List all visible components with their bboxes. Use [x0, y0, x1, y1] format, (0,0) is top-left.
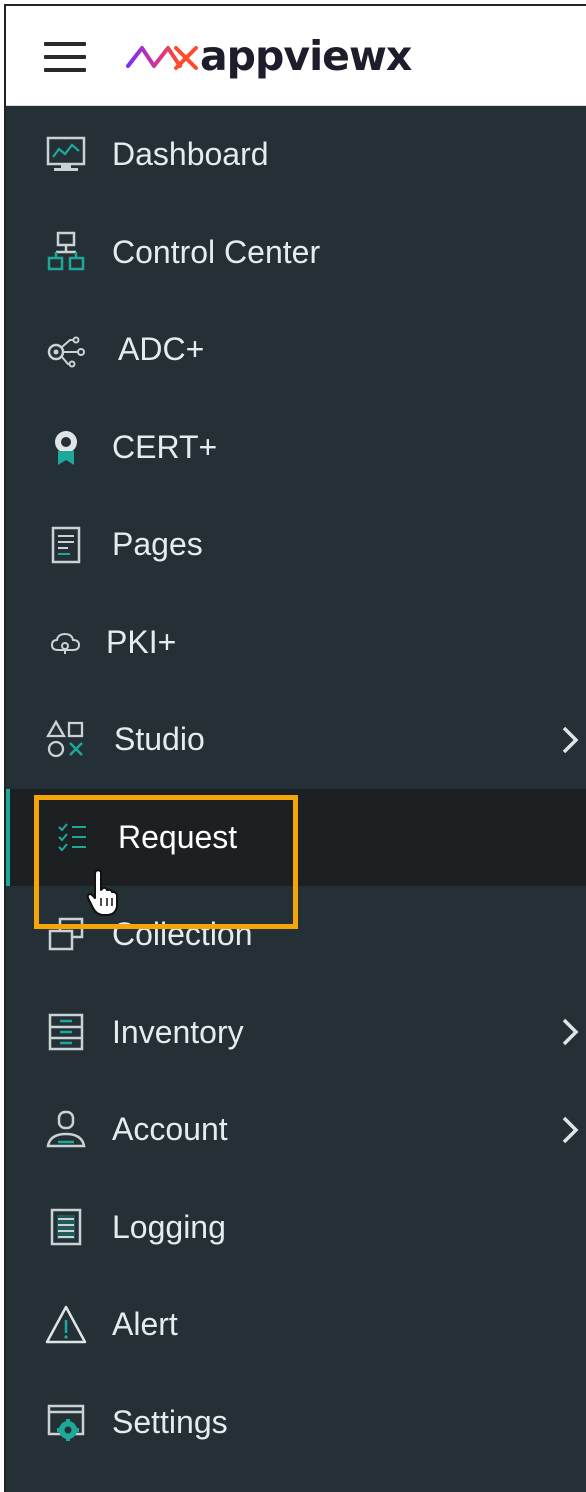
- chevron-right-icon[interactable]: [556, 1012, 584, 1052]
- hamburger-menu-icon[interactable]: [44, 42, 86, 72]
- settings-window-icon: [44, 1400, 88, 1444]
- log-file-icon: [44, 1205, 88, 1249]
- document-icon: [44, 523, 88, 567]
- chevron-right-icon[interactable]: [556, 720, 584, 760]
- hand-pointer-icon: [86, 869, 118, 916]
- sidebar-item-inventory[interactable]: Inventory: [6, 984, 586, 1082]
- sidebar-item-label: Inventory: [112, 1013, 244, 1050]
- sidebar-item-label: Account: [112, 1111, 228, 1148]
- network-nodes-icon: [44, 328, 88, 372]
- warning-triangle-icon: [44, 1303, 88, 1347]
- sidebar-item-pages[interactable]: Pages: [6, 496, 586, 594]
- logo-wave-icon: [126, 46, 198, 70]
- sidebar-item-label: Dashboard: [112, 136, 269, 173]
- sidebar-item-label: CERT+: [112, 428, 218, 465]
- sidebar-item-label: Control Center: [112, 233, 321, 270]
- logo-text: appviewx: [200, 31, 412, 80]
- sidebar-item-dashboard[interactable]: Dashboard: [6, 106, 586, 204]
- drawer-cabinet-icon: [44, 1010, 88, 1054]
- sidebar-item-label: Settings: [112, 1403, 228, 1440]
- sidebar-item-studio[interactable]: Studio: [6, 691, 586, 789]
- sidebar-item-label: Request: [118, 818, 238, 855]
- sidebar-item-control-center[interactable]: Control Center: [6, 204, 586, 302]
- chevron-right-icon[interactable]: [556, 1110, 584, 1150]
- sidebar-item-label: PKI+: [106, 623, 177, 660]
- sidebar-item-label: Pages: [112, 526, 203, 563]
- cloud-key-icon: [44, 620, 88, 664]
- shapes-icon: [44, 718, 88, 762]
- app-window: appviewx Dashboard Control Center ADC+ C…: [4, 4, 586, 1492]
- appviewx-logo[interactable]: appviewx: [124, 28, 412, 84]
- sidebar-item-account[interactable]: Account: [6, 1081, 586, 1179]
- sidebar-item-label: Collection: [112, 916, 253, 953]
- sidebar-item-cert[interactable]: CERT+: [6, 399, 586, 497]
- certificate-badge-icon: [44, 425, 88, 469]
- sidebar-item-adc[interactable]: ADC+: [6, 301, 586, 399]
- sidebar-item-alert[interactable]: Alert: [6, 1276, 586, 1374]
- hierarchy-icon: [44, 230, 88, 274]
- sidebar-nav: Dashboard Control Center ADC+ CERT+ Page…: [6, 106, 586, 1471]
- sidebar-item-logging[interactable]: Logging: [6, 1179, 586, 1277]
- sidebar-item-label: Studio: [114, 721, 205, 758]
- sidebar-item-label: Logging: [112, 1208, 226, 1245]
- sidebar-item-label: Alert: [112, 1306, 178, 1343]
- monitor-chart-icon: [44, 133, 88, 177]
- sidebar-item-label: ADC+: [118, 331, 205, 368]
- user-icon: [44, 1108, 88, 1152]
- sidebar-item-settings[interactable]: Settings: [6, 1374, 586, 1472]
- top-header: appviewx: [6, 6, 586, 106]
- sidebar-item-pki[interactable]: PKI+: [6, 594, 586, 692]
- stacked-windows-icon: [44, 913, 88, 957]
- checklist-icon: [50, 815, 94, 859]
